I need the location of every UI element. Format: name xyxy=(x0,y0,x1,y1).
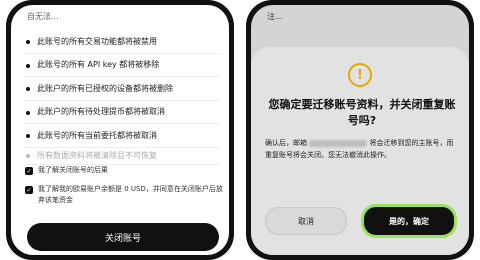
consequence-item: 此账号的所有 API key 都将被移除 xyxy=(25,54,221,77)
close-account-screen: 自无法... 此账号的所有交易功能都将被禁用 此账号的所有 API key 都将… xyxy=(11,5,229,255)
consequence-item: 此账号的所有交易功能都将被禁用 xyxy=(25,30,221,54)
screen-title: 自无法... xyxy=(27,12,59,21)
acknowledge-row-2[interactable]: ✓ 我了解我的欧易账户余额是 0 USD，并同意在关闭账户后放弃该笔资金 xyxy=(25,184,223,206)
exclamation-warning-icon: ! xyxy=(348,63,372,87)
consequence-item: 所有数据资料将被清除且不可恢复 xyxy=(25,148,221,165)
phone-left: 自无法... 此账号的所有交易功能都将被禁用 此账号的所有 API key 都将… xyxy=(6,0,234,260)
screen-title: 注... xyxy=(267,12,283,21)
consequence-list: 此账号的所有交易功能都将被禁用 此账号的所有 API key 都将被移除 此账户… xyxy=(25,30,221,165)
dialog-body: 确认后，邮箱 将会迁移到您的主账号，而重复账号将会关闭。您无法撤消此操作。 xyxy=(265,137,457,161)
acknowledge-row-1[interactable]: ✓ 我了解关闭账号的后果 xyxy=(25,165,223,176)
acknowledge-label-2: 我了解我的欧易账户余额是 0 USD，并同意在关闭账户后放弃该笔资金 xyxy=(38,185,223,204)
check-icon[interactable]: ✓ xyxy=(25,167,33,175)
consequence-item: 此账号的所有当前委托都将被取消 xyxy=(25,124,221,148)
confirm-dialog-screen: 注... ! 您确定要迁移账号资料，并关闭重复账号吗? 确认后，邮箱 将会迁移到… xyxy=(251,5,469,255)
phone-right: 注... ! 您确定要迁移账号资料，并关闭重复账号吗? 确认后，邮箱 将会迁移到… xyxy=(246,0,474,260)
check-icon[interactable]: ✓ xyxy=(25,186,33,194)
consequence-item: 此账户的所有待处理提币都将被取消 xyxy=(25,101,221,124)
cancel-button[interactable]: 取消 xyxy=(265,207,347,235)
consequence-item: 此账户的所有已授权的设备都将被删除 xyxy=(25,77,221,101)
dialog-title: 您确定要迁移账号资料，并关闭重复账号吗? xyxy=(268,98,456,127)
redacted-email xyxy=(309,139,368,147)
close-account-button[interactable]: 关闭账号 xyxy=(27,223,219,251)
dialog-body-start: 确认后，邮箱 xyxy=(265,139,307,147)
confirm-button[interactable]: 是的，确定 xyxy=(361,204,457,238)
acknowledge-label-1: 我了解关闭账号的后果 xyxy=(38,166,108,174)
